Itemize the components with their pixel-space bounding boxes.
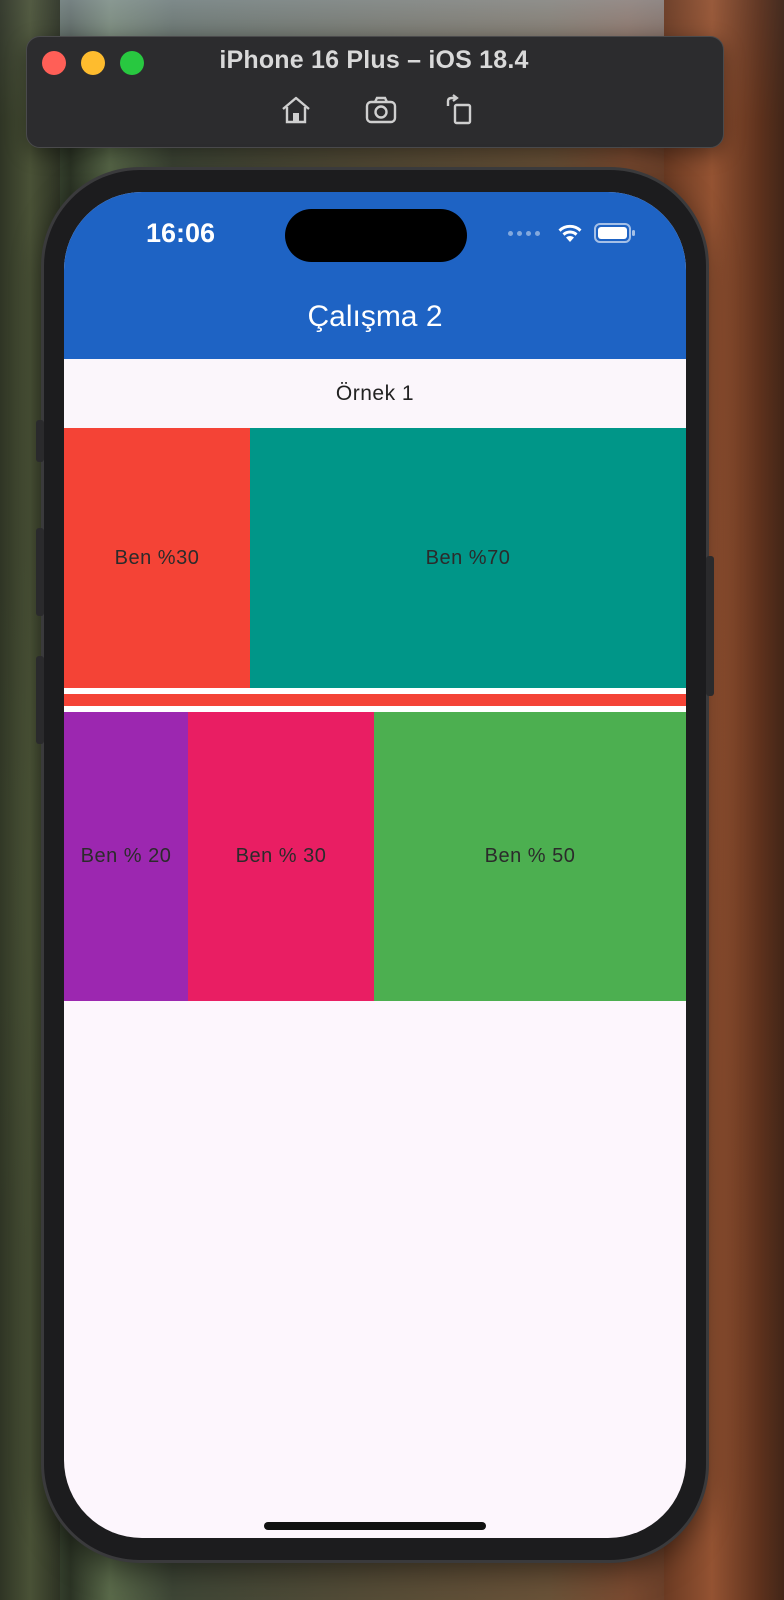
section-header: Örnek 1 [64, 359, 686, 428]
app-bar: 16:06 Çalışma 2 [64, 192, 686, 359]
box-70-percent: Ben %70 [250, 428, 686, 688]
status-icons [508, 222, 636, 244]
box-label: Ben % 50 [484, 845, 576, 867]
box-50-percent: Ben % 50 [374, 712, 686, 1001]
power-button[interactable] [706, 556, 714, 696]
phone-screen: 16:06 Çalışma 2 Örnek 1 Ben %30 Ben %70 [64, 192, 686, 1538]
rotate-icon[interactable] [443, 94, 477, 126]
box-label: Ben %70 [425, 546, 511, 569]
expanded-row-2: Ben % 20 Ben % 30 Ben % 50 [64, 712, 686, 1001]
box-label: Ben % 20 [80, 845, 172, 867]
box-label: Ben %30 [114, 546, 200, 569]
red-divider [64, 694, 686, 706]
section-header-label: Örnek 1 [335, 381, 415, 405]
screenshot-icon[interactable] [364, 94, 398, 126]
home-icon[interactable] [279, 94, 313, 126]
home-indicator[interactable] [264, 1522, 486, 1530]
simulator-title: iPhone 16 Plus – iOS 18.4 [219, 46, 529, 74]
dynamic-island [285, 209, 467, 262]
expanded-row-1: Ben %30 Ben %70 [64, 428, 686, 688]
box-label: Ben % 30 [235, 845, 327, 867]
cellular-signal-icon [508, 230, 540, 236]
box-30-percent: Ben % 30 [188, 712, 374, 1001]
status-time: 16:06 [146, 218, 216, 248]
action-button[interactable] [36, 420, 44, 462]
volume-down-button[interactable] [36, 656, 44, 744]
box-30-percent: Ben %30 [64, 428, 250, 688]
box-20-percent: Ben % 20 [64, 712, 188, 1001]
volume-up-button[interactable] [36, 528, 44, 616]
app-title: Çalışma 2 [307, 300, 443, 333]
battery-icon [594, 223, 635, 243]
wifi-icon [558, 224, 582, 242]
